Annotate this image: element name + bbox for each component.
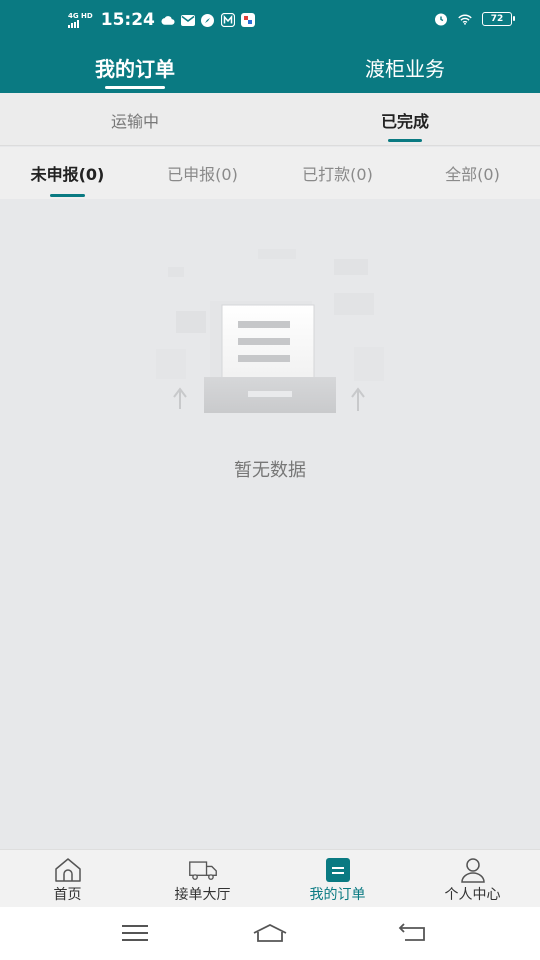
tab-paid[interactable]: 已打款(0): [270, 147, 405, 199]
battery-icon: 72: [482, 12, 515, 26]
filter-tab-indicator: [50, 194, 85, 197]
app-icon: [240, 13, 255, 27]
nav-profile-label: 个人中心: [444, 887, 501, 903]
home-icon: [53, 857, 83, 883]
empty-document-icon: [148, 239, 392, 429]
nav-home-label: 首页: [53, 887, 82, 903]
header-tabs: 我的订单 渡柜业务: [0, 42, 540, 93]
order-list-empty: 暂无数据: [0, 199, 540, 849]
menu-icon[interactable]: [118, 921, 152, 945]
tab-declared[interactable]: 已申报(0): [135, 147, 270, 199]
header-tab-indicator: [105, 86, 165, 89]
nav-order-hall[interactable]: 接单大厅: [135, 850, 270, 908]
tab-all[interactable]: 全部(0): [405, 147, 540, 199]
m-app-icon: [220, 13, 235, 27]
status-tab-indicator: [388, 139, 422, 142]
filter-tabs: 未申报(0) 已申报(0) 已打款(0) 全部(0): [0, 147, 540, 199]
back-icon[interactable]: [395, 921, 429, 945]
mail-icon: [180, 13, 195, 27]
wifi-icon: [458, 12, 472, 26]
orders-icon: [323, 857, 353, 883]
tab-in-transit[interactable]: 运输中: [0, 93, 270, 146]
status-tabs: 运输中 已完成: [0, 93, 540, 146]
system-home-icon[interactable]: [253, 921, 287, 945]
nav-order-hall-label: 接单大厅: [174, 887, 231, 903]
cloud-icon: [161, 13, 175, 27]
bottom-nav: 首页 接单大厅 我的订单 个人中心: [0, 849, 540, 907]
nav-home[interactable]: 首页: [0, 850, 135, 908]
compass-icon: [201, 13, 215, 27]
system-nav-bar: [0, 907, 540, 960]
empty-state-text: 暂无数据: [234, 460, 306, 481]
user-icon: [458, 857, 488, 883]
truck-icon: [188, 857, 218, 883]
nav-my-orders-label: 我的订单: [309, 887, 366, 903]
status-bar: 4G HD 15:24 72: [0, 0, 540, 42]
nav-my-orders[interactable]: 我的订单: [270, 850, 405, 908]
network-type: 4G HD: [68, 12, 93, 20]
alarm-icon: [434, 12, 448, 26]
tab-not-declared[interactable]: 未申报(0): [0, 147, 135, 199]
battery-level: 72: [490, 14, 504, 24]
tab-ferry-container-business[interactable]: 渡柜业务: [270, 42, 540, 93]
nav-profile[interactable]: 个人中心: [405, 850, 540, 908]
signal-icon: [68, 20, 79, 28]
status-time: 15:24: [100, 10, 155, 30]
